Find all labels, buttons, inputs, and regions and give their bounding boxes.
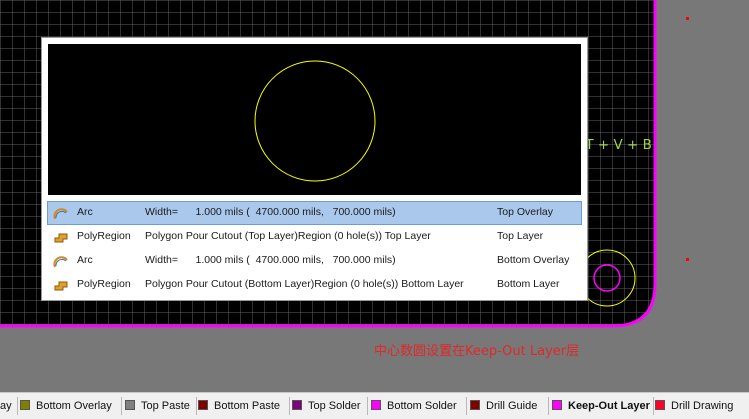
layer-tab-label: Drill Drawing (671, 400, 734, 412)
layer-tab-label: Bottom Overlay (36, 400, 112, 412)
layer-color-swatch (198, 400, 208, 410)
row-object-type: Arc (77, 254, 93, 266)
layer-tab-ay[interactable]: ay (0, 397, 12, 415)
tab-divider (548, 397, 549, 415)
layer-tab-drill-drawing[interactable]: Drill Drawing (655, 397, 733, 415)
object-list-row[interactable]: PolyRegion Polygon Pour Cutout (Bottom La… (47, 273, 582, 297)
layer-tab-label: Keep-Out Layer (568, 400, 650, 412)
row-object-type: PolyRegion (77, 278, 131, 290)
layer-tab-drill-guide[interactable]: Drill Guide (470, 397, 537, 415)
keepout-annotation: 中心数圆设置在Keep-Out Layer层 (374, 344, 580, 359)
layer-tab-bottom-solder[interactable]: Bottom Solder (371, 397, 457, 415)
layer-tab-label: Top Solder (308, 400, 361, 412)
canvas-mark (686, 258, 689, 261)
layer-color-swatch (470, 400, 480, 410)
arc-icon (53, 254, 69, 268)
row-object-description: Polygon Pour Cutout (Bottom Layer)Region… (145, 278, 464, 290)
layer-color-swatch (655, 400, 665, 410)
arc-icon (53, 206, 69, 220)
object-list-row[interactable]: PolyRegion Polygon Pour Cutout (Top Layer… (47, 225, 582, 249)
layer-tab-bottom-overlay[interactable]: Bottom Overlay (20, 397, 112, 415)
layer-tab-top-solder[interactable]: Top Solder (292, 397, 361, 415)
preview-arc-circle (254, 60, 376, 182)
layer-tab-label: Drill Guide (486, 400, 538, 412)
poly-region-icon (53, 278, 69, 292)
layer-tab-bar: ay Bottom Overlay Top Paste Bottom Paste Top… (0, 392, 749, 419)
layer-tab-label: Bottom Paste (214, 400, 281, 412)
tab-divider (367, 397, 368, 415)
poly-region-icon (53, 230, 69, 244)
tab-divider (653, 397, 654, 415)
row-object-type: Arc (77, 206, 93, 218)
row-object-description: Polygon Pour Cutout (Top Layer)Region (0… (145, 230, 431, 242)
layer-color-swatch (552, 400, 562, 410)
object-preview (48, 44, 581, 195)
row-object-description: Width= 1.000 mils ( 4700.000 mils, 700.0… (145, 254, 396, 266)
object-list-row[interactable]: Arc Width= 1.000 mils ( 4700.000 mils, 70… (47, 249, 582, 273)
tab-divider (289, 397, 290, 415)
row-layer-name: Top Overlay (497, 206, 554, 218)
layer-color-swatch (20, 400, 30, 410)
tab-divider (121, 397, 122, 415)
row-layer-name: Top Layer (497, 230, 544, 242)
tab-divider (17, 397, 18, 415)
row-object-type: PolyRegion (77, 230, 131, 242)
layer-tab-label: Top Paste (141, 400, 190, 412)
tab-divider (466, 397, 467, 415)
row-layer-name: Bottom Layer (497, 278, 560, 290)
row-object-description: Width= 1.000 mils ( 4700.000 mils, 700.0… (145, 206, 396, 218)
tab-divider (196, 397, 197, 415)
preview-canvas (254, 60, 376, 182)
layer-tab-keep-out-layer[interactable]: Keep-Out Layer (552, 397, 650, 415)
canvas-mark (686, 17, 689, 20)
object-list: Arc Width= 1.000 mils ( 4700.000 mils, 70… (47, 201, 582, 297)
layer-tab-label: Bottom Solder (387, 400, 457, 412)
object-selection-popup[interactable]: Arc Width= 1.000 mils ( 4700.000 mils, 70… (41, 37, 588, 301)
layer-color-swatch (292, 400, 302, 410)
layer-tab-bottom-paste[interactable]: Bottom Paste (198, 397, 280, 415)
layer-color-swatch (371, 400, 381, 410)
pcb-canvas[interactable]: Top 和 Bottom Layer 的圈用 T + V + B 选择圈再粘贴 … (0, 0, 749, 392)
object-list-row[interactable]: Arc Width= 1.000 mils ( 4700.000 mils, 70… (47, 201, 582, 225)
row-layer-name: Bottom Overlay (497, 254, 570, 266)
layer-color-swatch (125, 400, 135, 410)
layer-tab-label: ay (0, 400, 12, 412)
layer-tab-top-paste[interactable]: Top Paste (125, 397, 190, 415)
